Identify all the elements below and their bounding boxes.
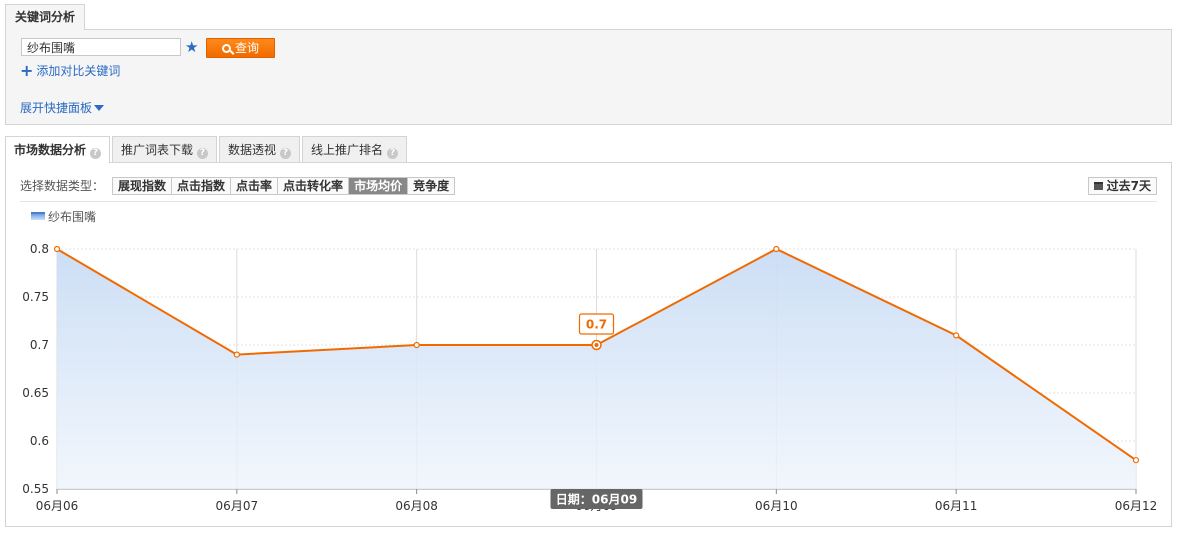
data-point-center (594, 343, 599, 347)
y-tick-label: 0.7 (30, 338, 49, 352)
y-tick-label: 0.65 (22, 386, 49, 400)
x-tick-label: 06月12 (1115, 499, 1158, 513)
market-price-chart: 0.80.750.70.650.60.5506月0606月0706月0806月0… (22, 242, 1158, 513)
tab-keyword-analysis[interactable]: 关键词分析 (5, 4, 85, 30)
y-tick-label: 0.6 (30, 434, 49, 448)
y-tick-label: 0.55 (22, 482, 49, 496)
data-point (953, 332, 960, 339)
x-tick-label: 06月07 (216, 499, 259, 513)
tab-label: 市场数据分析 (14, 143, 87, 157)
data-point (413, 341, 420, 349)
help-icon[interactable]: ? (90, 148, 102, 159)
data-point (773, 245, 780, 253)
data-point (233, 351, 240, 358)
data-point (53, 245, 61, 253)
x-tick-label: 06月08 (395, 499, 438, 513)
y-tick-label: 0.75 (22, 290, 49, 304)
tooltip-value: 0.7 (586, 318, 607, 332)
data-point (1132, 457, 1140, 464)
x-tick-label: 06月06 (36, 499, 79, 513)
x-tick-label: 06月11 (935, 499, 978, 513)
tab-market-data[interactable]: 市场数据分析? (5, 136, 111, 163)
x-tick-label: 06月10 (755, 499, 798, 513)
tooltip-date: 日期：06月09 (556, 492, 637, 507)
y-tick-label: 0.8 (30, 242, 49, 256)
